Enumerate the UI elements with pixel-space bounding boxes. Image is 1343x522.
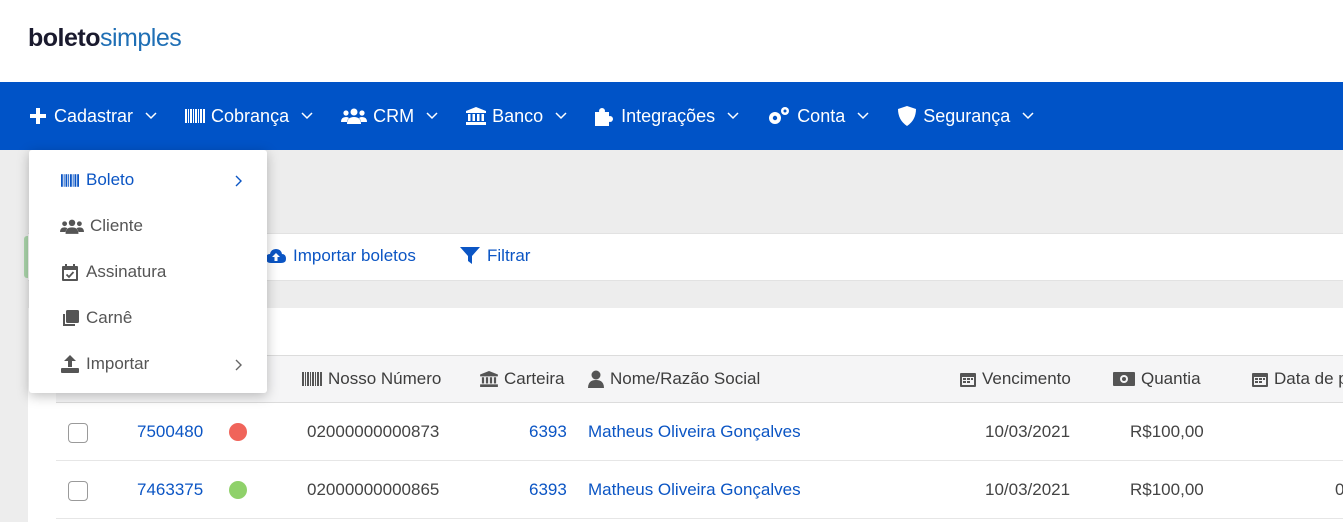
users-icon bbox=[341, 106, 368, 126]
barcode-icon bbox=[302, 372, 322, 386]
quantia-cell: R$100,00 bbox=[1130, 422, 1204, 441]
upload-icon bbox=[60, 355, 80, 373]
calendar-icon bbox=[960, 373, 976, 387]
chevron-down-icon bbox=[301, 112, 313, 120]
plus-icon bbox=[28, 106, 48, 126]
calendar-check-icon bbox=[60, 263, 80, 281]
col-label: Data de p bbox=[1274, 369, 1343, 388]
customer-name-link[interactable]: Matheus Oliveira Gonçalves bbox=[588, 422, 801, 442]
customer-name-link[interactable]: Matheus Oliveira Gonçalves bbox=[588, 480, 801, 500]
col-carteira[interactable]: Carteira bbox=[480, 369, 564, 389]
vencimento-cell: 10/03/2021 bbox=[985, 480, 1071, 499]
bank-icon bbox=[466, 106, 487, 126]
menu-item-cliente[interactable]: Cliente bbox=[29, 203, 267, 249]
import-boletos-label: Importar boletos bbox=[293, 246, 416, 265]
col-data-pagamento[interactable]: Data de p bbox=[1252, 369, 1343, 389]
nav-cadastrar[interactable]: Cadastrar bbox=[28, 106, 157, 127]
filter-label: Filtrar bbox=[487, 246, 531, 265]
nav-banco[interactable]: Banco bbox=[466, 106, 567, 127]
nav-integracoes[interactable]: Integrações bbox=[595, 106, 739, 127]
boleto-id-link[interactable]: 7463375 bbox=[137, 480, 203, 500]
col-nome[interactable]: Nome/Razão Social bbox=[588, 369, 760, 389]
menu-item-label: Importar bbox=[86, 354, 150, 373]
logo-part-2: simples bbox=[100, 24, 182, 52]
col-quantia[interactable]: Quantia bbox=[1113, 369, 1201, 389]
chevron-right-icon bbox=[235, 356, 243, 376]
nosso-numero-cell: 02000000000865 bbox=[307, 480, 440, 499]
nav-label: CRM bbox=[373, 105, 415, 126]
menu-item-importar[interactable]: Importar bbox=[29, 341, 267, 387]
shield-icon bbox=[897, 106, 917, 126]
logo-part-1: boleto bbox=[28, 24, 101, 52]
users-icon bbox=[60, 219, 84, 234]
menu-item-label: Cliente bbox=[90, 216, 143, 235]
nav-label: Banco bbox=[492, 105, 544, 126]
nav-label: Segurança bbox=[923, 105, 1011, 126]
data-pagamento-cell: 0 bbox=[1335, 480, 1343, 499]
cloud-upload-icon bbox=[266, 249, 286, 263]
bank-icon bbox=[480, 371, 498, 387]
carteira-link[interactable]: 6393 bbox=[529, 422, 567, 442]
vencimento-cell: 10/03/2021 bbox=[985, 422, 1071, 441]
col-label: Vencimento bbox=[982, 369, 1071, 388]
menu-item-label: Assinatura bbox=[86, 262, 167, 281]
nav-conta[interactable]: Conta bbox=[767, 106, 869, 127]
chevron-down-icon bbox=[426, 112, 438, 120]
nosso-numero-cell: 02000000000873 bbox=[307, 422, 440, 441]
nav-crm[interactable]: CRM bbox=[341, 106, 438, 127]
chevron-right-icon bbox=[235, 172, 243, 192]
boleto-id-link[interactable]: 7500480 bbox=[137, 422, 203, 442]
chevron-down-icon bbox=[857, 112, 869, 120]
nav-cobranca[interactable]: Cobrança bbox=[185, 106, 313, 127]
nav-label: Cobrança bbox=[211, 105, 290, 126]
nav-seguranca[interactable]: Segurança bbox=[897, 106, 1034, 127]
chevron-down-icon bbox=[1022, 112, 1034, 120]
chevron-down-icon bbox=[555, 112, 567, 120]
user-icon bbox=[588, 370, 604, 388]
menu-item-carne[interactable]: Carnê bbox=[29, 295, 267, 341]
import-boletos-button[interactable]: Importar boletos bbox=[266, 246, 416, 266]
row-checkbox[interactable] bbox=[68, 423, 88, 443]
status-dot bbox=[229, 423, 247, 441]
filter-icon bbox=[460, 247, 480, 264]
boleto-simples-logo[interactable]: boletosimples bbox=[28, 24, 182, 53]
chevron-down-icon bbox=[727, 112, 739, 120]
col-vencimento[interactable]: Vencimento bbox=[960, 369, 1071, 389]
main-nav: Cadastrar Cobrança CRM Banco Integrações bbox=[0, 82, 1343, 150]
col-label: Nome/Razão Social bbox=[610, 369, 761, 388]
quantia-cell: R$100,00 bbox=[1130, 480, 1204, 499]
calendar-icon bbox=[1252, 373, 1268, 387]
money-bill-icon bbox=[1113, 372, 1135, 386]
gears-icon bbox=[767, 106, 791, 126]
row-checkbox[interactable] bbox=[68, 481, 88, 501]
nav-label: Cadastrar bbox=[54, 105, 134, 126]
menu-item-label: Boleto bbox=[86, 170, 135, 189]
menu-item-assinatura[interactable]: Assinatura bbox=[29, 249, 267, 295]
chevron-down-icon bbox=[145, 112, 157, 120]
table-row[interactable]: 7500480 02000000000873 6393 Matheus Oliv… bbox=[56, 403, 1343, 461]
table-row[interactable]: 7463375 02000000000865 6393 Matheus Oliv… bbox=[56, 461, 1343, 519]
status-dot bbox=[229, 481, 247, 499]
menu-item-boleto[interactable]: Boleto bbox=[29, 157, 267, 203]
menu-item-label: Carnê bbox=[86, 308, 133, 327]
filter-button[interactable]: Filtrar bbox=[460, 246, 530, 266]
cadastrar-dropdown: Boleto Cliente Assinatura Carnê Importar bbox=[29, 150, 267, 393]
col-label: Quantia bbox=[1141, 369, 1201, 388]
col-nosso-numero[interactable]: Nosso Número bbox=[302, 369, 441, 389]
col-label: Nosso Número bbox=[328, 369, 442, 388]
header-bar: boletosimples bbox=[0, 0, 1343, 82]
clone-icon bbox=[60, 309, 80, 327]
puzzle-icon bbox=[595, 106, 615, 126]
barcode-icon bbox=[185, 106, 206, 126]
barcode-icon bbox=[60, 173, 80, 187]
carteira-link[interactable]: 6393 bbox=[529, 480, 567, 500]
col-label: Carteira bbox=[504, 369, 565, 388]
nav-label: Integrações bbox=[621, 105, 716, 126]
nav-label: Conta bbox=[797, 105, 846, 126]
